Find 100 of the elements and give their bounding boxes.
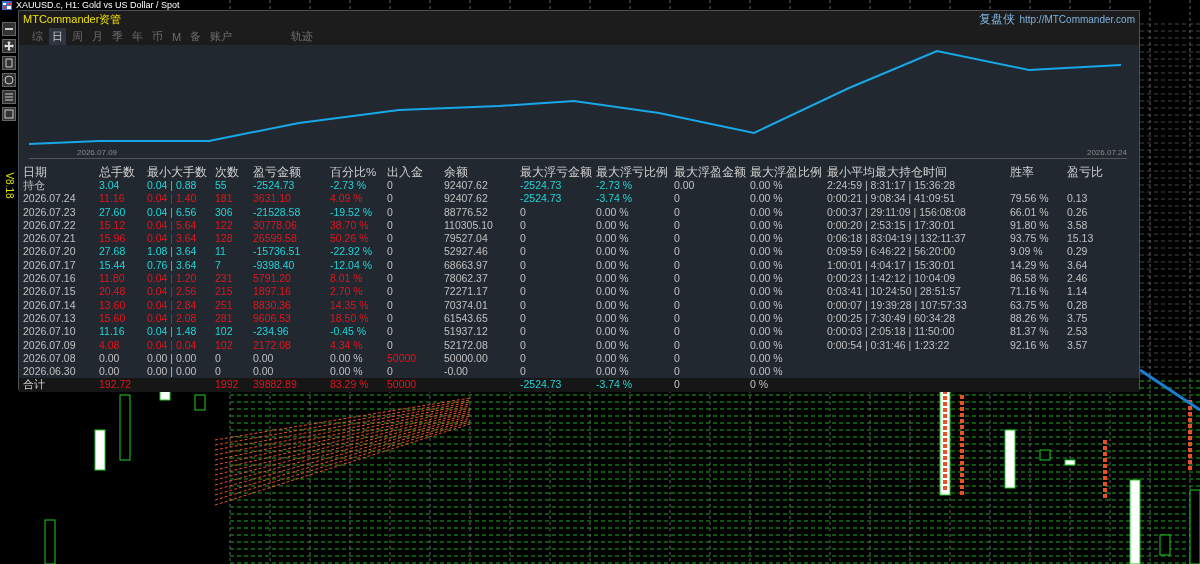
table-cell-text: 0.00 [99,351,121,366]
table-cell-text: 0:09:59 | 6:46:22 | 56:20:00 [827,245,957,259]
column-header: 余额 [444,165,469,179]
table-cell-text: 0 [674,338,681,352]
table-cell-text: 18.50 % [330,311,370,326]
table-cell-text: 1897.16 [253,285,292,299]
table-cell-text: 1992 [215,378,240,392]
table-cell-text: 2.70 % [330,285,364,299]
candle [1004,429,1016,489]
minimize-icon[interactable] [2,22,16,36]
tab[interactable]: 日 [49,28,66,45]
table-cell-text: 3.64 [1067,258,1089,273]
table-cell-text: 2026.07.24 [23,192,77,206]
table-cell-text: 15.96 [99,232,127,246]
table-cell-text: 0.00 % [750,311,784,326]
tab[interactable]: 轨迹 [288,28,317,45]
table-cell-text: 0.00 % [330,351,364,366]
table-cell-text: -22.92 % [330,245,374,259]
table-cell-text: 93.75 % [1010,232,1050,246]
tab[interactable]: 周 [69,28,86,45]
table-cell-text: 2026.07.14 [23,298,77,312]
table-cell-text: 0 [520,258,527,273]
table-cell-text: 0.04 | 6.56 [147,205,198,219]
table-cell-text: -12.04 % [330,258,374,273]
tab[interactable]: 账户 [207,28,236,45]
table-cell-text: 0:00:25 | 7:30:49 | 60:34:28 [827,311,957,326]
tab[interactable]: M [169,29,185,44]
table-cell-text: 持仓 [23,179,46,193]
table-cell-text: 0 [520,365,527,379]
website-link[interactable]: http://MTCommander.com [1019,14,1135,25]
table-cell-text: 215 [215,285,234,299]
table-cell-text: 181 [215,192,234,206]
table-cell-text: 128 [215,232,234,246]
table-cell-text: 15.44 [99,258,127,273]
table-cell-text: -2524.73 [520,192,563,206]
table-cell-text: 0 [674,245,681,259]
tab[interactable]: 币 [149,28,166,45]
table-cell-text: 68663.97 [444,258,489,273]
table-cell-text: -2524.73 [520,179,563,193]
table-cell-text: 231 [215,272,234,286]
table-cell-text: 8830.36 [253,298,292,312]
table-cell-text: -2524.73 [520,378,563,392]
table-cell-text: 0.00 % [596,365,630,379]
table-cell-text: 0.00 % [596,351,630,366]
move-icon[interactable] [2,39,16,53]
table-cell-text: 27.68 [99,245,127,259]
candle [1039,449,1051,461]
tab[interactable]: 月 [89,28,106,45]
table-cell-text: 0 [520,298,527,312]
table-cell-text: 0 [387,218,394,233]
table-cell-text: 0 [387,258,394,273]
column-header: 盈亏比 [1067,165,1104,179]
table-cell-text: 0.04 | 2.84 [147,298,198,312]
table-cell-text: 20.48 [99,285,127,299]
table-cell-text: 2026.07.23 [23,205,77,219]
table-cell-text: 2026.07.21 [23,232,77,246]
table-cell-text: 0.00 % [750,258,784,273]
table-cell-text: 52927.46 [444,245,489,259]
table-cell-text: 192.72 [99,378,133,392]
column-header: 最大浮亏比例 [596,165,669,179]
table-cell-text: 5791.20 [253,272,292,286]
table-cell-text: 3631.10 [253,192,292,206]
table-cell-text: 50000 [387,378,418,392]
column-header: 最大浮盈比例 [750,165,823,179]
table-cell-text: 0.26 [1067,205,1089,219]
table-cell-text: 66.01 % [1010,205,1050,219]
table-cell-text: 0.00 | 0.00 [147,351,198,366]
table-cell-text: 0.00 % [750,365,784,379]
tab[interactable]: 季 [109,28,126,45]
table-cell-text: 4.34 % [330,338,364,352]
table-cell-text: 15.13 [1067,232,1095,246]
tab[interactable]: 年 [129,28,146,45]
table-cell-text: 70374.01 [444,298,489,312]
table-cell-text: 0 [520,325,527,339]
table-cell-text: 0 [387,205,394,219]
table-cell-text: 2026.06.30 [23,365,77,379]
column-header: 最小平均最大持仓时间 [827,165,948,179]
table-cell-text: 0:06:18 | 83:04:19 | 132:11:37 [827,232,967,246]
table-cell-text: -21528.58 [253,205,302,219]
trend-line [1139,368,1200,412]
table-cell-text: 0.00 % [750,245,784,259]
table-cell-text: 15.12 [99,218,127,233]
table-cell-text: 2:24:59 | 8:31:17 | 15:36:28 [827,179,957,193]
table-cell-text: 0.00 % [750,325,784,339]
table-cell-text: 0 [520,285,527,299]
table-cell-text: 86.58 % [1010,272,1050,286]
table-cell-text: 0.04 | 2.56 [147,285,198,299]
table-cell-text: 0.00 % [750,272,784,286]
table-cell-text: 0 [387,311,394,326]
table-cell-text: 38.70 % [330,218,370,233]
column-header: 出入金 [387,165,424,179]
tab[interactable]: 备 [187,28,205,45]
table-cell-text: 0.04 | 0.88 [147,179,198,193]
table-cell-text: 14.35 % [330,298,370,312]
table-cell-text: 0 [387,272,394,286]
candle [119,394,131,461]
table-cell-text: 92407.62 [444,179,489,193]
table-cell-text: 3.04 [99,179,121,193]
table-cell-text: 0 [215,365,222,379]
tab[interactable]: 综 [29,28,46,45]
